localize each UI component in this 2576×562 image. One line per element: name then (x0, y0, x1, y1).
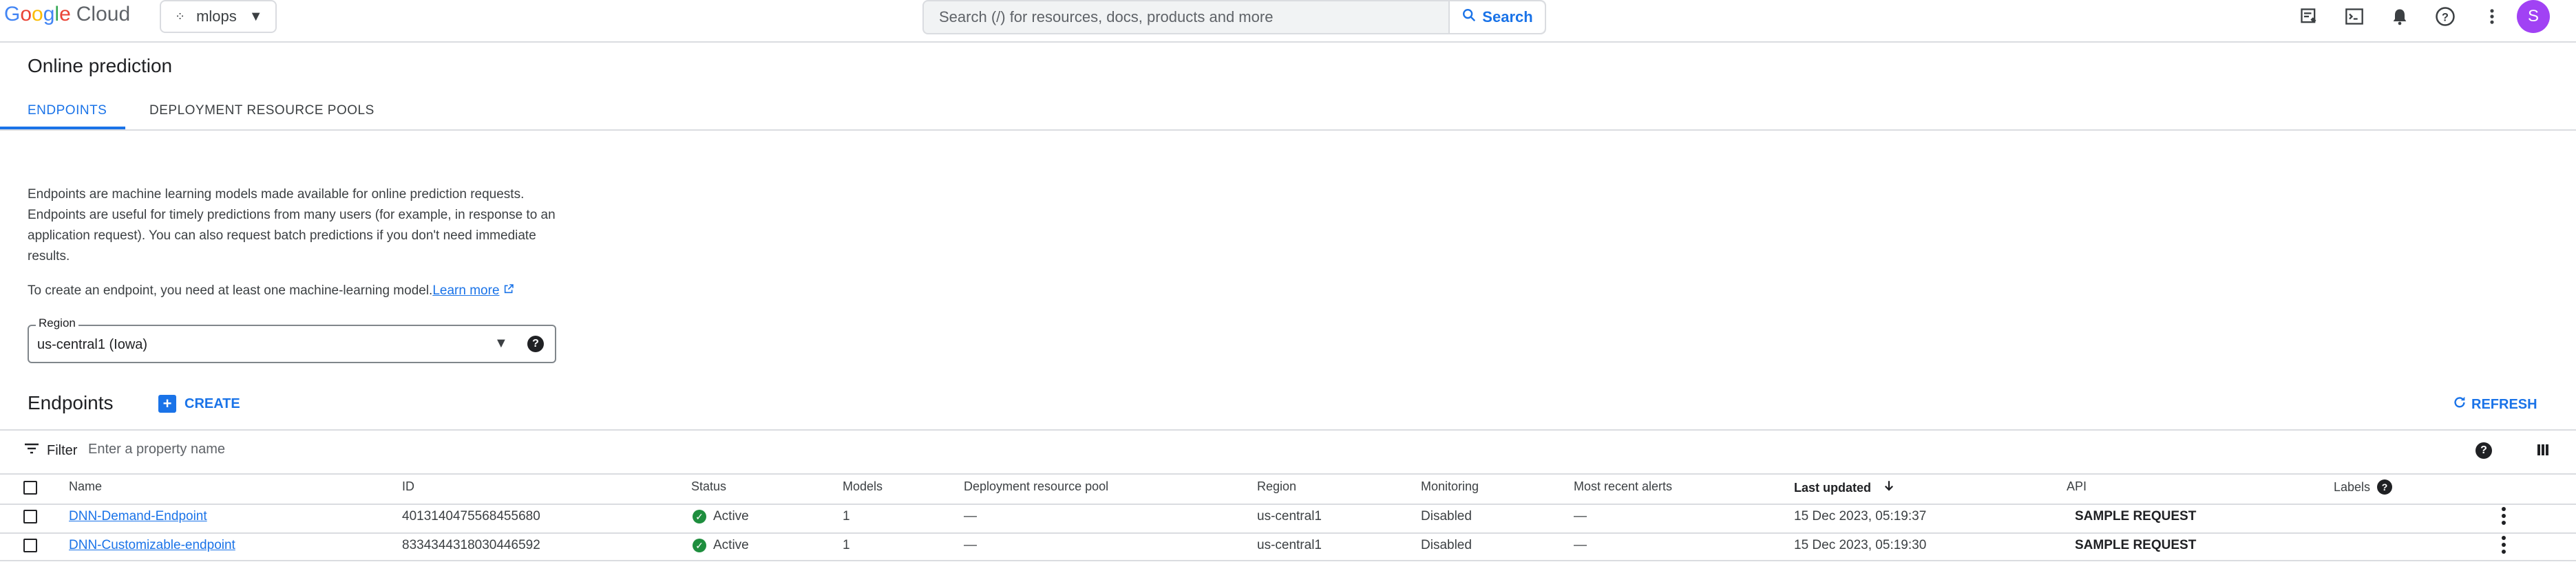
endpoint-region: us-central1 (1257, 538, 1322, 552)
column-header-monitoring[interactable]: Monitoring (1421, 479, 1479, 494)
row-divider (0, 532, 2576, 534)
last-updated: 15 Dec 2023, 05:19:30 (1794, 538, 1927, 552)
search-button[interactable]: Search (1448, 1, 1545, 33)
column-header-labels[interactable]: Labels ? (2334, 479, 2393, 495)
search-icon (1461, 8, 1477, 27)
notes-icon[interactable] (2297, 4, 2321, 29)
create-note: To create an endpoint, you need at least… (28, 283, 514, 299)
help-icon[interactable]: ? (527, 336, 544, 352)
filter-input[interactable]: Enter a property name (88, 442, 225, 457)
recent-alerts: — (1574, 538, 1587, 552)
sample-request-button[interactable]: SAMPLE REQUEST (2075, 509, 2196, 524)
status-badge: ✓ Active (693, 538, 749, 553)
terminal-icon[interactable] (2342, 4, 2367, 29)
project-icon: ⁘ (175, 9, 186, 23)
check-circle-icon: ✓ (693, 539, 706, 552)
column-header-id[interactable]: ID (402, 479, 414, 494)
column-header-api[interactable]: API (2067, 479, 2087, 494)
active-tab-indicator (0, 127, 125, 129)
help-icon[interactable]: ? (2377, 479, 2393, 495)
chevron-down-icon: ▼ (494, 336, 508, 351)
bell-icon[interactable] (2387, 4, 2412, 29)
column-header-status[interactable]: Status (691, 479, 726, 494)
filter-icon (23, 442, 40, 460)
tab-bar (0, 89, 2576, 131)
create-button[interactable]: + CREATE (158, 395, 240, 413)
svg-text:?: ? (2442, 11, 2449, 23)
monitoring-status: Disabled (1421, 538, 1472, 552)
learn-more-link[interactable]: Learn more (432, 283, 499, 298)
tab-deployment-resource-pools[interactable]: DEPLOYMENT RESOURCE POOLS (149, 103, 374, 118)
models-count: 1 (843, 509, 850, 523)
plus-icon: + (158, 395, 176, 413)
tab-endpoints[interactable]: ENDPOINTS (28, 103, 107, 118)
row-checkbox[interactable] (23, 539, 37, 552)
refresh-button[interactable]: REFRESH (2452, 395, 2537, 414)
deployment-pool: — (964, 538, 977, 552)
external-link-icon (503, 283, 514, 298)
refresh-icon (2452, 395, 2467, 414)
more-vert-icon[interactable] (2480, 4, 2504, 29)
search-bar[interactable]: Search (/) for resources, docs, products… (922, 0, 1546, 34)
help-icon[interactable]: ? (2475, 442, 2492, 459)
endpoint-region: us-central1 (1257, 509, 1322, 523)
region-value: us-central1 (Iowa) (37, 337, 148, 352)
endpoint-id: 4013140475568455680 (402, 509, 540, 523)
deployment-pool: — (964, 509, 977, 523)
status-badge: ✓ Active (693, 509, 749, 524)
arrow-down-icon (1883, 481, 1895, 495)
page-description: Endpoints are machine learning models ma… (28, 187, 556, 263)
row-divider (0, 560, 2576, 561)
filter-bar (0, 429, 2576, 475)
column-header-alerts[interactable]: Most recent alerts (1574, 479, 1672, 494)
endpoint-name-link[interactable]: DNN-Demand-Endpoint (69, 509, 207, 524)
region-label: Region (36, 316, 78, 330)
monitoring-status: Disabled (1421, 509, 1472, 523)
project-name: mlops (196, 8, 237, 25)
header-divider (0, 504, 2576, 505)
check-circle-icon: ✓ (693, 510, 706, 523)
page-title: Online prediction (28, 55, 173, 76)
avatar[interactable]: S (2517, 0, 2550, 33)
row-checkbox[interactable] (23, 510, 37, 523)
column-header-models[interactable]: Models (843, 479, 883, 494)
endpoint-name-link[interactable]: DNN-Customizable-endpoint (69, 538, 235, 553)
endpoints-heading: Endpoints (28, 392, 114, 413)
sample-request-button[interactable]: SAMPLE REQUEST (2075, 538, 2196, 553)
last-updated: 15 Dec 2023, 05:19:37 (1794, 509, 1927, 523)
google-cloud-logo[interactable]: Google Cloud (4, 3, 130, 26)
help-icon[interactable]: ? (2433, 4, 2458, 29)
select-all-checkbox[interactable] (23, 481, 37, 495)
column-header-region[interactable]: Region (1257, 479, 1296, 494)
models-count: 1 (843, 538, 850, 552)
column-display-icon[interactable] (2535, 442, 2551, 462)
chevron-down-icon: ▼ (249, 8, 263, 24)
column-header-pool[interactable]: Deployment resource pool (964, 479, 1108, 494)
more-vert-icon[interactable] (2499, 534, 2509, 559)
column-header-name[interactable]: Name (69, 479, 102, 494)
recent-alerts: — (1574, 509, 1587, 523)
endpoint-id: 8334344318030446592 (402, 538, 540, 552)
column-header-last-updated[interactable]: Last updated (1794, 479, 1895, 495)
project-selector[interactable]: ⁘ mlops ▼ (160, 0, 277, 33)
search-input[interactable]: Search (/) for resources, docs, products… (924, 1, 1448, 33)
region-select[interactable]: Region us-central1 (Iowa) ▼ ? (28, 316, 556, 363)
filter-button[interactable]: Filter (23, 442, 77, 460)
more-vert-icon[interactable] (2499, 505, 2509, 530)
